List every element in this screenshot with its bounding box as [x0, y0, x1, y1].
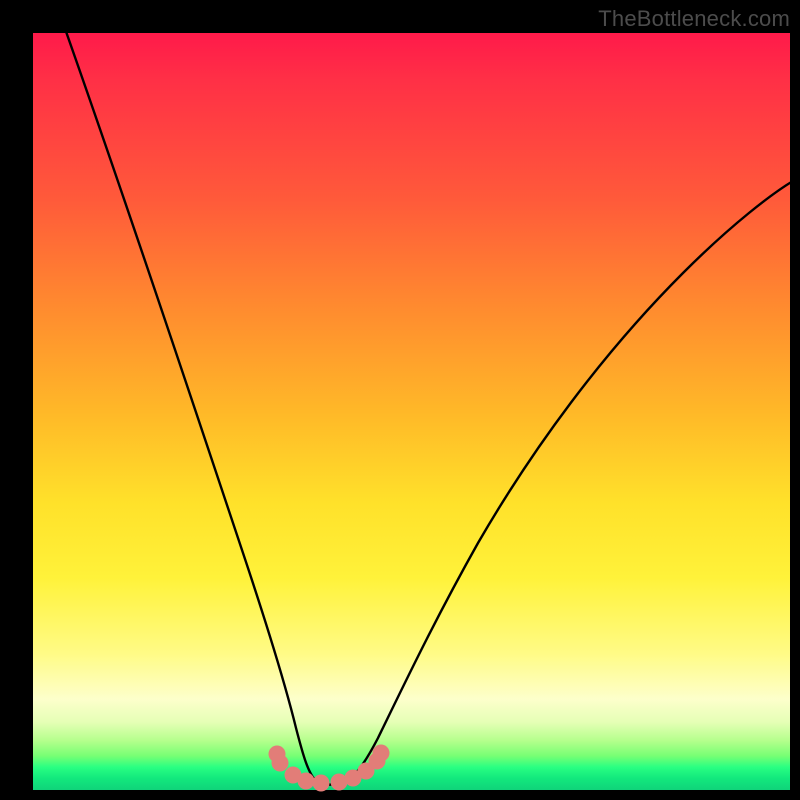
marker-dot	[313, 775, 330, 792]
marker-dot	[272, 755, 289, 772]
bottleneck-curve	[33, 33, 790, 790]
marker-dot	[298, 773, 315, 790]
chart-frame: TheBottleneck.com	[0, 0, 800, 800]
curve-path	[63, 23, 793, 785]
plot-area	[33, 33, 790, 790]
marker-dot	[373, 745, 390, 762]
watermark-text: TheBottleneck.com	[598, 6, 790, 32]
